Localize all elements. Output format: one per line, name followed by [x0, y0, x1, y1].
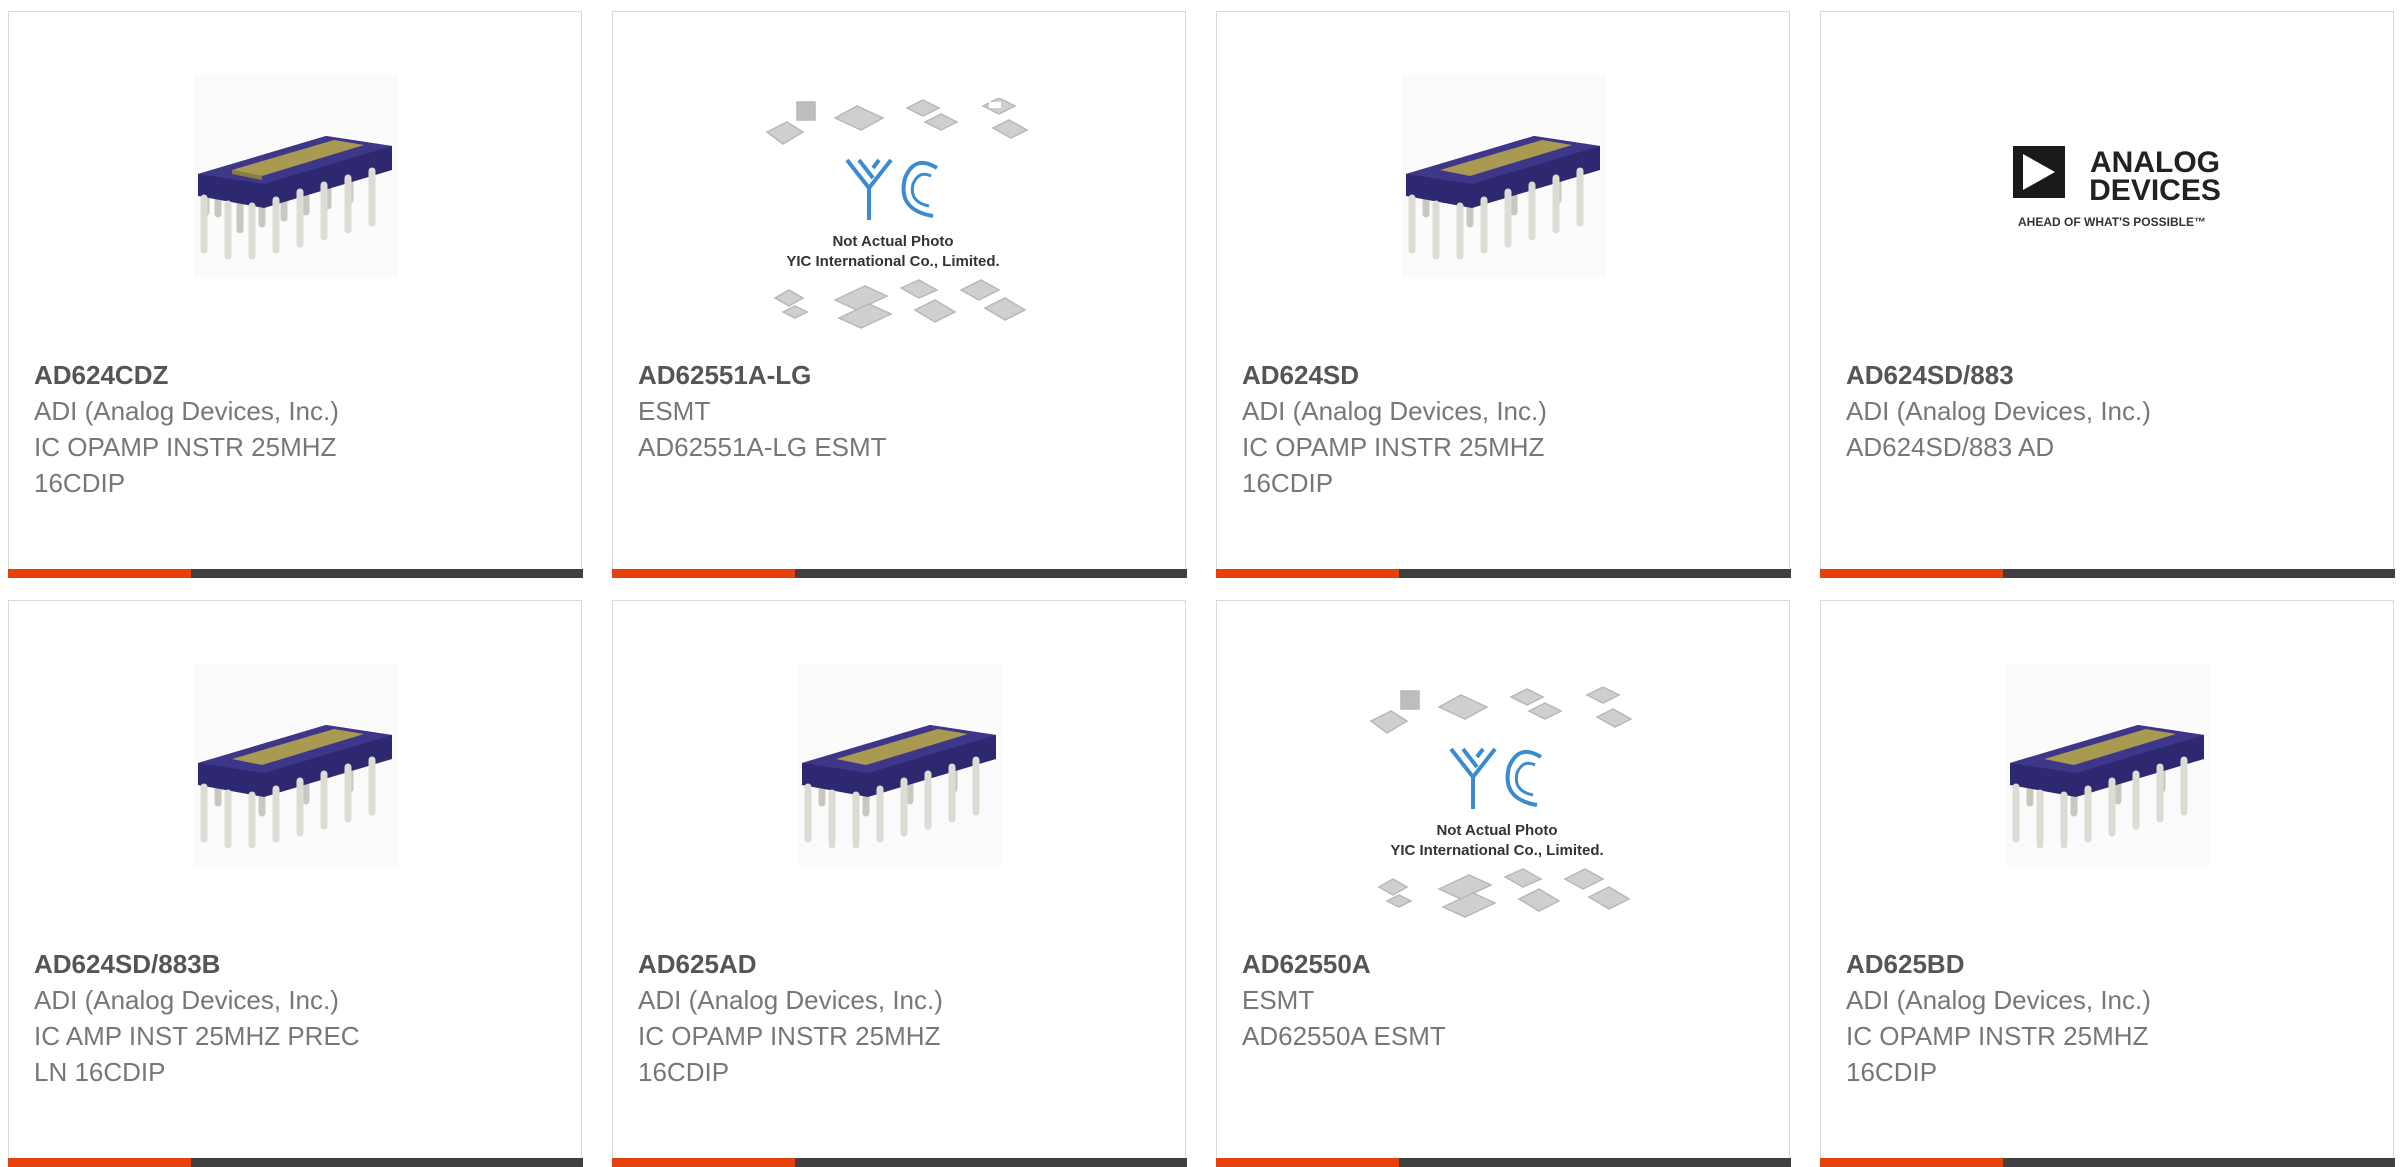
part-number[interactable]: AD624CDZ — [34, 357, 561, 393]
product-image[interactable]: Not Actual Photo YIC International Co., … — [1369, 687, 1639, 933]
card-accent-bar — [7, 568, 191, 578]
product-image[interactable]: ANALOG DEVICES AHEAD OF WHAT'S POSSIBLE™ — [1973, 132, 2243, 242]
part-number[interactable]: AD62551A-LG — [638, 357, 1165, 393]
product-card[interactable]: AD625BD ADI (Analog Devices, Inc.) IC OP… — [1819, 600, 2395, 1167]
placeholder-image: Not Actual Photo YIC International Co., … — [765, 98, 1029, 329]
dip-chip-image — [798, 663, 1002, 867]
card-accent-bar — [1819, 568, 2003, 578]
analog-devices-logo: ANALOG DEVICES AHEAD OF WHAT'S POSSIBLE™ — [2013, 146, 2221, 229]
part-number[interactable]: AD624SD/883 — [1846, 357, 2373, 393]
card-accent-bar — [611, 568, 795, 578]
card-accent-bar — [1819, 1157, 2003, 1167]
manufacturer: ADI (Analog Devices, Inc.) — [638, 985, 943, 1015]
product-card[interactable]: AD625AD ADI (Analog Devices, Inc.) IC OP… — [611, 600, 1187, 1167]
placeholder-line1: Not Actual Photo — [832, 233, 953, 250]
product-card[interactable]: Not Actual Photo YIC International Co., … — [1215, 600, 1791, 1167]
manufacturer: ESMT — [1242, 985, 1315, 1015]
manufacturer: ADI (Analog Devices, Inc.) — [34, 396, 339, 426]
manufacturer: ESMT — [638, 396, 711, 426]
product-card[interactable]: AD624SD/883B ADI (Analog Devices, Inc.) … — [7, 600, 583, 1167]
card-accent-bar — [1215, 568, 1399, 578]
description: IC OPAMP INSTR 25MHZ 16CDIP — [1846, 1021, 2149, 1087]
dip-chip-image — [2006, 663, 2210, 867]
part-number[interactable]: AD625BD — [1846, 946, 2373, 982]
manufacturer: ADI (Analog Devices, Inc.) — [1242, 396, 1547, 426]
product-image[interactable] — [1402, 74, 1606, 278]
product-image[interactable] — [798, 663, 1002, 867]
part-number[interactable]: AD625AD — [638, 946, 1165, 982]
card-accent-bar — [1215, 1157, 1399, 1167]
card-accent-bar — [7, 1157, 191, 1167]
dip-chip-image — [194, 74, 398, 278]
product-image[interactable] — [194, 74, 398, 278]
manufacturer: ADI (Analog Devices, Inc.) — [34, 985, 339, 1015]
description: AD62551A-LG ESMT — [638, 432, 887, 462]
product-image[interactable]: Not Actual Photo YIC International Co., … — [765, 98, 1035, 344]
manufacturer: ADI (Analog Devices, Inc.) — [1846, 396, 2151, 426]
description: AD624SD/883 AD — [1846, 432, 2055, 462]
product-card[interactable]: AD624SD ADI (Analog Devices, Inc.) IC OP… — [1215, 11, 1791, 578]
description: IC OPAMP INSTR 25MHZ 16CDIP — [1242, 432, 1545, 498]
part-number[interactable]: AD62550A — [1242, 946, 1769, 982]
logo-line2: DEVICES — [2089, 174, 2221, 207]
product-image[interactable] — [2006, 663, 2210, 867]
product-card[interactable]: AD624CDZ ADI (Analog Devices, Inc.) IC O… — [7, 11, 583, 578]
dip-chip-image — [194, 663, 398, 867]
product-grid: AD624CDZ ADI (Analog Devices, Inc.) IC O… — [0, 0, 2400, 1167]
product-image[interactable] — [194, 663, 398, 867]
product-card[interactable]: Not Actual Photo YIC International Co., … — [611, 11, 1187, 578]
logo-tagline: AHEAD OF WHAT'S POSSIBLE™ — [2018, 215, 2206, 229]
placeholder-line2: YIC International Co., Limited. — [1390, 842, 1603, 859]
placeholder-image: Not Actual Photo YIC International Co., … — [1369, 687, 1633, 918]
description: IC OPAMP INSTR 25MHZ 16CDIP — [638, 1021, 941, 1087]
product-card[interactable]: ANALOG DEVICES AHEAD OF WHAT'S POSSIBLE™… — [1819, 11, 2395, 578]
manufacturer: ADI (Analog Devices, Inc.) — [1846, 985, 2151, 1015]
description: AD62550A ESMT — [1242, 1021, 1446, 1051]
description: IC AMP INST 25MHZ PREC LN 16CDIP — [34, 1021, 360, 1087]
card-accent-bar — [611, 1157, 795, 1167]
description: IC OPAMP INSTR 25MHZ 16CDIP — [34, 432, 337, 498]
placeholder-line2: YIC International Co., Limited. — [786, 253, 999, 270]
dip-chip-image — [1402, 74, 1606, 278]
placeholder-line1: Not Actual Photo — [1436, 822, 1557, 839]
part-number[interactable]: AD624SD — [1242, 357, 1769, 393]
part-number[interactable]: AD624SD/883B — [34, 946, 561, 982]
